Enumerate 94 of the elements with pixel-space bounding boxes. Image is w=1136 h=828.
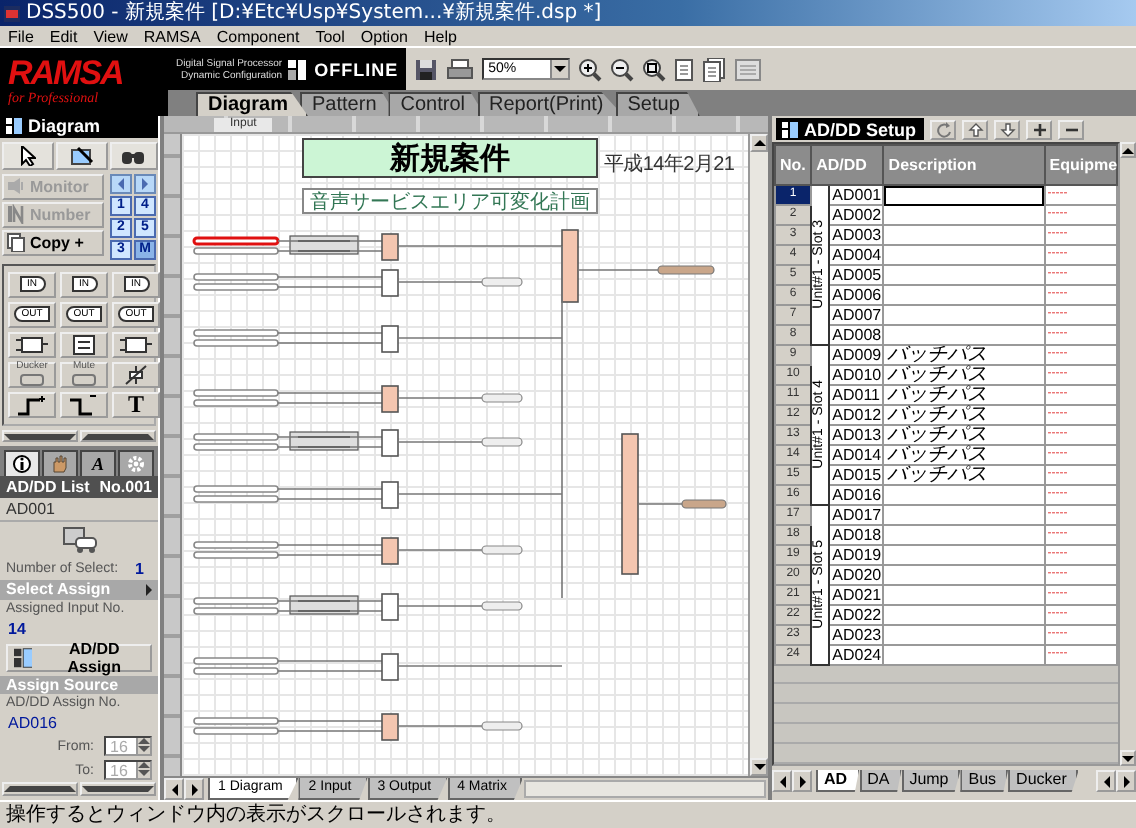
previous-button[interactable] [110, 173, 132, 194]
item-name: AD001 [0, 497, 158, 522]
fader-block-button[interactable] [112, 361, 160, 388]
table-icon [782, 121, 798, 137]
plus-icon [1031, 121, 1047, 137]
menu-item[interactable]: RAMSA [135, 25, 209, 47]
section-header: Assign Source [0, 675, 158, 695]
sheet-tab[interactable]: DA [859, 770, 902, 792]
zoom-fit-icon[interactable] [642, 57, 667, 81]
scroll-down-button[interactable] [2, 429, 78, 443]
pointer-tool-button[interactable] [2, 141, 54, 170]
scroll-right-button[interactable] [792, 770, 812, 792]
pen-icon [70, 145, 94, 166]
mix-icon [14, 333, 50, 356]
pen-tool-button[interactable] [56, 141, 108, 170]
matrix-block-button[interactable] [60, 331, 108, 358]
text-tool-button[interactable]: T [112, 391, 160, 418]
info-icon [12, 454, 32, 475]
sheet-tab[interactable]: Ducker [1008, 770, 1079, 792]
inspector-tab[interactable]: A [80, 450, 116, 476]
menu-item[interactable]: Help [415, 25, 465, 47]
menu-item[interactable]: File [0, 25, 42, 47]
panel-title: Diagram [28, 116, 101, 137]
speaker-icon [6, 176, 26, 197]
mode-label: OFFLINE [314, 59, 399, 79]
tab[interactable]: Setup [615, 92, 700, 116]
letter-icon [6, 204, 26, 225]
pointer-icon [20, 145, 36, 166]
app-icon [4, 5, 20, 21]
sheet-tab[interactable]: Bus [960, 770, 1009, 792]
panel-title: AD/DD Setup [804, 119, 916, 139]
print-icon[interactable] [446, 57, 475, 81]
step-down-block-button[interactable] [60, 391, 108, 418]
horizontal-scrollbar[interactable] [524, 780, 766, 798]
document-subtitle: 音声サービスエリア可変化計画 [302, 188, 598, 214]
tab[interactable]: Diagram [196, 92, 309, 116]
inspector-tab[interactable] [4, 450, 40, 476]
next-button[interactable] [134, 173, 156, 194]
menu-item[interactable]: Tool [307, 25, 353, 47]
remove-button[interactable] [1058, 119, 1084, 139]
scroll-left-button[interactable] [1096, 770, 1116, 792]
page-icon[interactable] [674, 57, 695, 81]
add-button[interactable] [1026, 119, 1052, 139]
list-number: No.001 [99, 477, 152, 496]
mix-block-button[interactable] [112, 331, 160, 358]
zoom-out-icon[interactable] [610, 57, 635, 81]
hand-icon [50, 454, 70, 475]
document-title: 新規案件 [302, 138, 598, 178]
field-value: AD016 [6, 712, 59, 735]
document-date: 平成14年2月21 [604, 151, 735, 178]
field-value: 1 [133, 557, 146, 580]
scroll-left-button[interactable] [772, 770, 792, 792]
vertical-scrollbar[interactable] [748, 134, 768, 776]
gear-icon [126, 454, 146, 475]
inspector-tab[interactable] [118, 450, 154, 476]
refresh-icon [935, 121, 951, 137]
arrow-up-icon [967, 121, 983, 137]
caret-icon [146, 583, 152, 596]
vertical-scrollbar[interactable] [1120, 142, 1136, 766]
menu-item[interactable]: Option [352, 25, 416, 47]
scroll-down-button[interactable] [80, 782, 156, 797]
status-text: 操作するとウィンドウ内の表示がスクロールされます。 [6, 803, 506, 827]
zoom-in-icon[interactable] [578, 57, 603, 81]
menu-item[interactable]: Component [208, 25, 308, 47]
pages-icon[interactable] [702, 57, 727, 81]
mix-block-button[interactable] [8, 331, 56, 358]
scroll-right-button[interactable] [1116, 770, 1136, 792]
search-button[interactable] [110, 141, 158, 170]
move-down-button[interactable] [994, 119, 1020, 139]
mix-icon [118, 333, 154, 356]
copy-icon [6, 232, 26, 253]
save-icon[interactable] [414, 57, 439, 81]
field-value: 14 [6, 617, 28, 640]
tool-button[interactable]: Copy + [2, 229, 104, 256]
refresh-button[interactable] [930, 119, 956, 139]
grid-icon [14, 647, 33, 668]
logo-text: RAMSA [8, 56, 125, 90]
menu-item[interactable]: Edit [41, 25, 86, 47]
step-down-icon [66, 393, 102, 416]
sheet-tab[interactable]: Jump [901, 770, 961, 792]
menu-item[interactable]: View [85, 25, 136, 47]
move-up-button[interactable] [962, 119, 988, 139]
step-up-block-button[interactable] [8, 391, 56, 418]
scroll-up-button[interactable] [2, 782, 78, 797]
grid-icon [288, 59, 309, 79]
arrow-down-icon [999, 121, 1015, 137]
window-title: DSS500 - 新規案件 [D:¥Etc¥Usp¥System...¥新規案件.dsp *] [26, 0, 602, 26]
diagram-icon [6, 118, 22, 135]
step-up-icon [14, 393, 50, 416]
assign-button[interactable]: AD/DD Assign [6, 643, 152, 672]
sheet-tab[interactable]: AD [816, 770, 860, 792]
list-title: AD/DD List [6, 477, 90, 496]
assign-icon [61, 525, 97, 554]
scroll-up-button[interactable] [80, 429, 156, 443]
